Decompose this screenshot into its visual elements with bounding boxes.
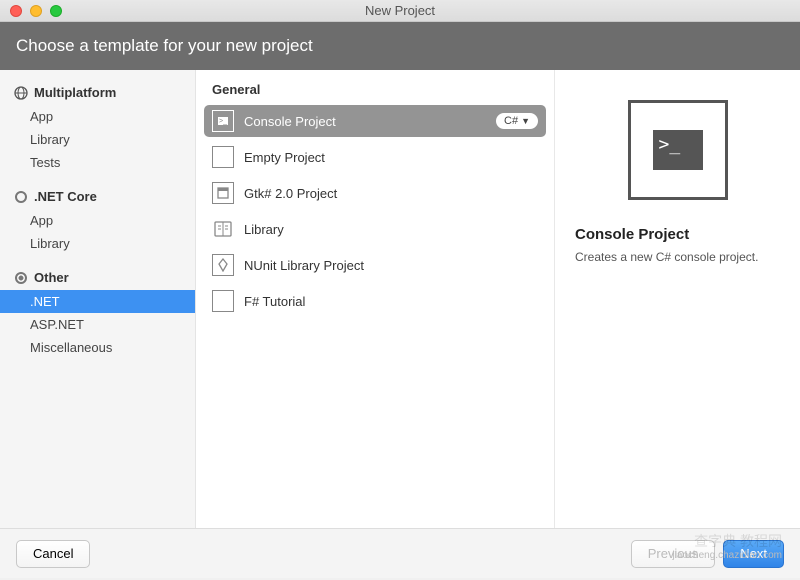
sidebar: Multiplatform App Library Tests .NET Cor… [0,70,196,528]
template-label: Empty Project [244,150,538,165]
template-label: Library [244,222,538,237]
preview-description: Creates a new C# console project. [575,249,780,266]
titlebar: New Project [0,0,800,22]
language-selector[interactable]: C# ▼ [496,113,538,129]
nunit-icon [212,254,234,276]
template-list: General >_ Console Project C# ▼ Empty Pr… [196,70,555,528]
previous-button: Previous [631,540,716,568]
preview-image: >_ [575,90,780,226]
svg-text:>_: >_ [219,118,227,125]
globe-icon [14,86,28,100]
template-library[interactable]: Library [204,213,546,245]
sidebar-item-tests[interactable]: Tests [0,151,195,174]
category-netcore[interactable]: .NET Core [0,184,195,209]
template-fsharp-tutorial[interactable]: F# Tutorial [204,285,546,317]
language-label: C# [504,115,518,127]
group-label: General [204,80,546,105]
template-label: F# Tutorial [244,294,538,309]
preview-panel: >_ Console Project Creates a new C# cons… [555,70,800,528]
radio-on-icon [14,271,28,285]
library-icon [212,218,234,240]
sidebar-item-aspnet[interactable]: ASP.NET [0,313,195,336]
terminal-icon: >_ [653,130,703,170]
page-header: Choose a template for your new project [0,22,800,70]
fsharp-icon [212,290,234,312]
template-label: Console Project [244,114,486,129]
header-text: Choose a template for your new project [16,36,313,55]
category-other[interactable]: Other [0,265,195,290]
template-gtk-project[interactable]: Gtk# 2.0 Project [204,177,546,209]
window-title: New Project [0,3,800,18]
category-multiplatform[interactable]: Multiplatform [0,80,195,105]
sidebar-item-net[interactable]: .NET [0,290,195,313]
sidebar-item-library[interactable]: Library [0,232,195,255]
category-label: .NET Core [34,189,97,204]
template-nunit-library[interactable]: NUnit Library Project [204,249,546,281]
sidebar-item-app[interactable]: App [0,105,195,128]
template-console-project[interactable]: >_ Console Project C# ▼ [204,105,546,137]
next-button[interactable]: Next [723,540,784,568]
sidebar-item-misc[interactable]: Miscellaneous [0,336,195,359]
chevron-down-icon: ▼ [521,116,530,126]
category-label: Multiplatform [34,85,116,100]
sidebar-item-app[interactable]: App [0,209,195,232]
sidebar-item-library[interactable]: Library [0,128,195,151]
cancel-button[interactable]: Cancel [16,540,90,568]
category-label: Other [34,270,69,285]
footer: Cancel Previous Next [0,528,800,578]
console-icon: >_ [212,110,234,132]
template-label: NUnit Library Project [244,258,538,273]
template-label: Gtk# 2.0 Project [244,186,538,201]
template-empty-project[interactable]: Empty Project [204,141,546,173]
empty-icon [212,146,234,168]
preview-title: Console Project [575,226,780,243]
main-content: Multiplatform App Library Tests .NET Cor… [0,70,800,528]
gtk-icon [212,182,234,204]
radio-off-icon [14,190,28,204]
